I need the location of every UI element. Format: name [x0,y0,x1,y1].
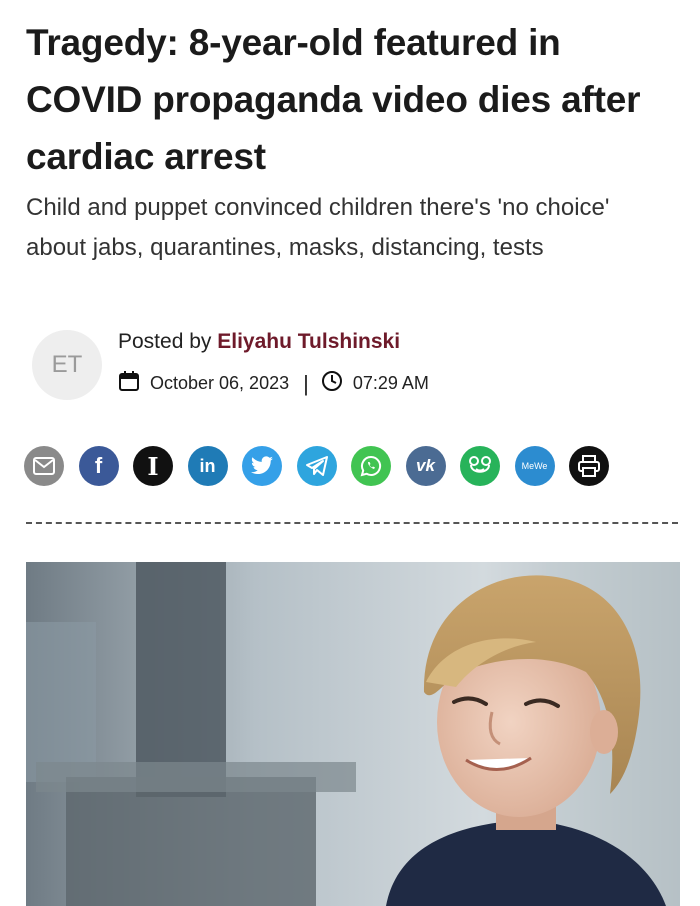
calendar-icon [118,370,140,397]
instapaper-label: I [147,451,159,481]
facebook-icon[interactable]: f [78,446,119,486]
byline: ET Posted by Eliyahu Tulshinski October … [32,328,672,408]
posted-by-prefix: Posted by [118,330,212,353]
posted-by: Posted by Eliyahu Tulshinski [118,330,400,354]
linkedin-icon[interactable]: in [187,446,228,486]
mewe-label: MeWe [521,461,548,471]
article-subheadline: Child and puppet convinced children ther… [26,194,610,261]
article-headline: Tragedy: 8-year-old featured in COVID pr… [26,22,641,177]
section-divider [26,522,678,524]
envelope-icon[interactable] [24,446,64,486]
meta-separator: | [303,370,309,396]
clock-icon [321,370,343,397]
twitter-icon[interactable] [242,446,282,486]
frog-icon[interactable] [460,446,500,486]
whatsapp-icon[interactable] [351,446,391,486]
author-link[interactable]: Eliyahu Tulshinski [217,330,400,353]
post-time: 07:29 AM [352,373,429,393]
share-bar: f I in vk MeWe [24,444,624,488]
hero-photo-illustration [26,562,680,906]
post-meta: October 06, 2023 | 07:29 AM [118,370,429,397]
author-avatar[interactable]: ET [32,330,102,400]
vk-icon[interactable]: vk [405,446,446,486]
printer-icon[interactable] [569,446,609,486]
hero-photo-child[interactable] [26,562,680,906]
telegram-icon[interactable] [296,446,337,486]
instapaper-icon[interactable]: I [133,446,173,486]
linkedin-label: in [199,455,216,476]
vk-label: vk [416,456,435,475]
mewe-icon[interactable]: MeWe [514,446,555,486]
post-date: October 06, 2023 [150,373,290,393]
facebook-label: f [94,453,103,478]
